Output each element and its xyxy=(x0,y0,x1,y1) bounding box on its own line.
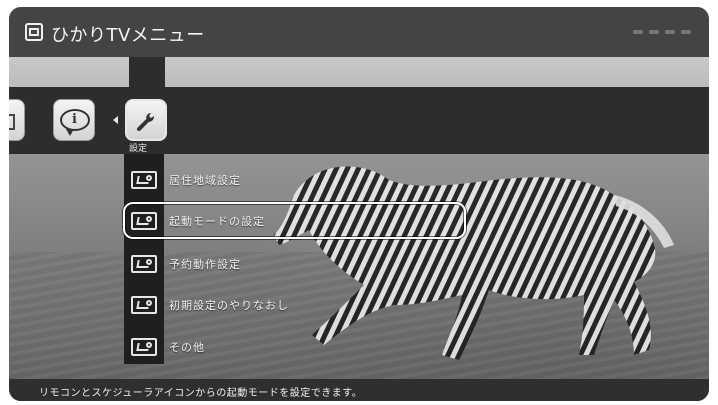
status-text: リモコンとスケジューラアイコンからの起動モードを設定できます。 xyxy=(39,388,363,399)
info-icon: i xyxy=(60,109,90,136)
left-menu-icon[interactable] xyxy=(9,99,25,141)
settings-label: 設定 xyxy=(129,144,148,154)
zebra-image xyxy=(274,166,674,360)
selection-highlight xyxy=(123,202,466,239)
title-bar: ひかりTVメニュー xyxy=(9,7,709,57)
window-title: ひかりTVメニュー xyxy=(51,25,205,46)
status-bar: リモコンとスケジューラアイコンからの起動モードを設定できます。 xyxy=(9,379,709,401)
title-decoration xyxy=(633,30,691,34)
tv-screen: ひかりTVメニュー i 設定 居住地域設定 起動モードの設定 予約動作設定 初期… xyxy=(9,7,709,401)
menu-item-label: その他 xyxy=(169,341,205,354)
wrench-icon xyxy=(137,113,154,131)
menu-item-label: 居住地域設定 xyxy=(169,174,241,187)
menu-item-label: 初期設定のやりなおし xyxy=(169,299,289,312)
info-button[interactable]: i xyxy=(53,99,95,141)
menu-item-initial-setup[interactable]: 初期設定のやりなおし xyxy=(131,291,289,319)
settings-item-icon xyxy=(131,255,157,273)
left-arrow-icon xyxy=(113,116,118,124)
selected-column-extension xyxy=(129,57,165,87)
menu-item-other[interactable]: その他 xyxy=(131,333,205,361)
top-strip xyxy=(9,57,709,87)
settings-button[interactable] xyxy=(125,99,167,141)
menu-item-residence-region[interactable]: 居住地域設定 xyxy=(131,166,241,194)
settings-item-icon xyxy=(131,296,157,314)
menu-item-recording-behavior[interactable]: 予約動作設定 xyxy=(131,250,241,278)
tv-icon xyxy=(25,23,43,41)
menu-item-label: 予約動作設定 xyxy=(169,258,241,271)
settings-item-icon xyxy=(131,171,157,189)
settings-item-icon xyxy=(131,338,157,356)
